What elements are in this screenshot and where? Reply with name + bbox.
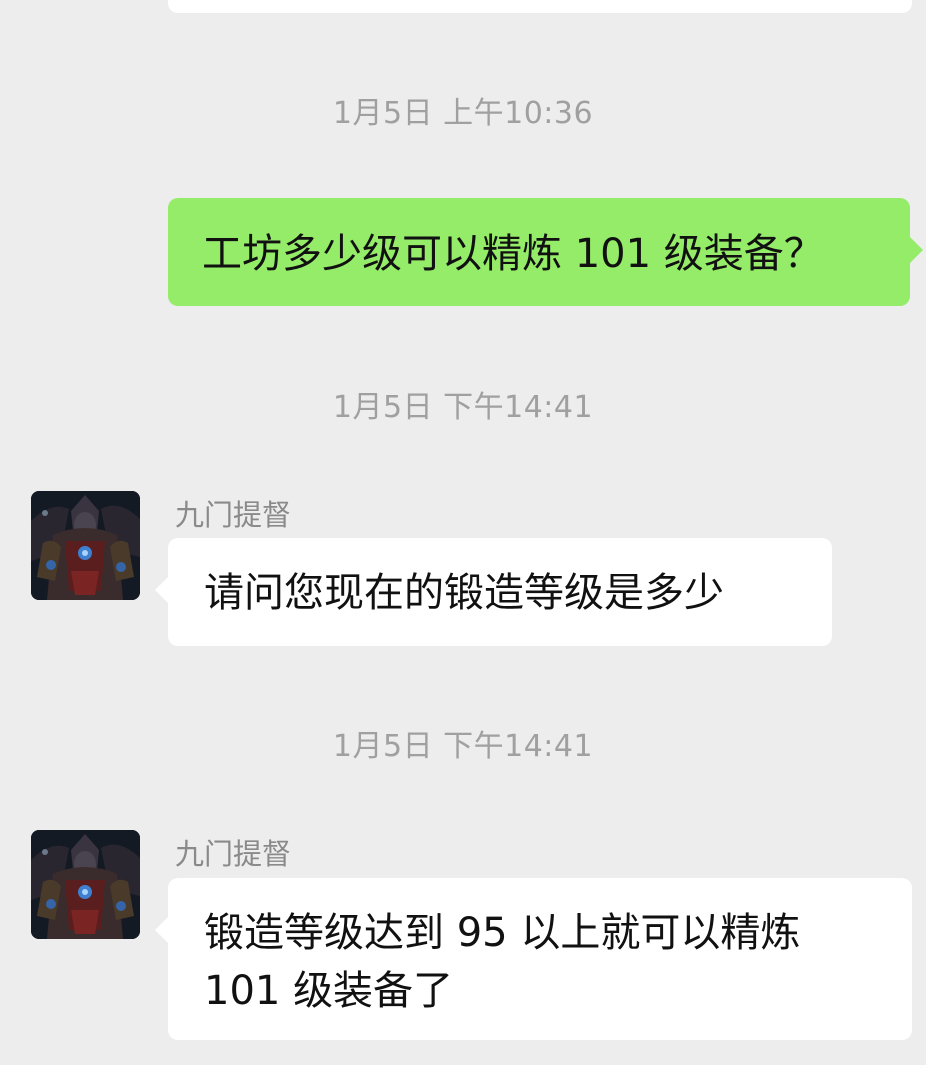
message-text-line: 101 级装备了 [204,968,454,1014]
received-message-bubble[interactable]: 锻造等级达到 95 以上就可以精炼 101 级装备了 [155,878,912,1040]
contact-avatar[interactable] [31,491,140,600]
bubble-tail [155,576,169,604]
received-message-bubble[interactable]: 请问您现在的锻造等级是多少 [155,538,832,646]
dark-armored-warrior-avatar-icon [31,491,140,600]
sender-name: 九门提督 [175,498,292,532]
message-timestamp: 1月5日 上午10:36 [332,96,594,131]
message-timestamp: 1月5日 下午14:41 [332,390,594,425]
message-text: 请问您现在的锻造等级是多少 [204,570,724,616]
previous-message-bubble[interactable] [168,0,912,13]
bubble-tail [155,916,169,944]
bubble-tail [909,236,923,264]
message-timestamp: 1月5日 下午14:41 [332,729,594,764]
message-text-line: 锻造等级达到 95 以上就可以精炼 [204,910,801,956]
sender-name: 九门提督 [175,837,292,871]
message-text: 工坊多少级可以精炼 101 级装备？ [202,231,824,277]
dark-armored-warrior-avatar-icon [31,830,140,939]
sent-message-bubble[interactable]: 工坊多少级可以精炼 101 级装备？ [168,198,923,306]
contact-avatar[interactable] [31,830,140,939]
